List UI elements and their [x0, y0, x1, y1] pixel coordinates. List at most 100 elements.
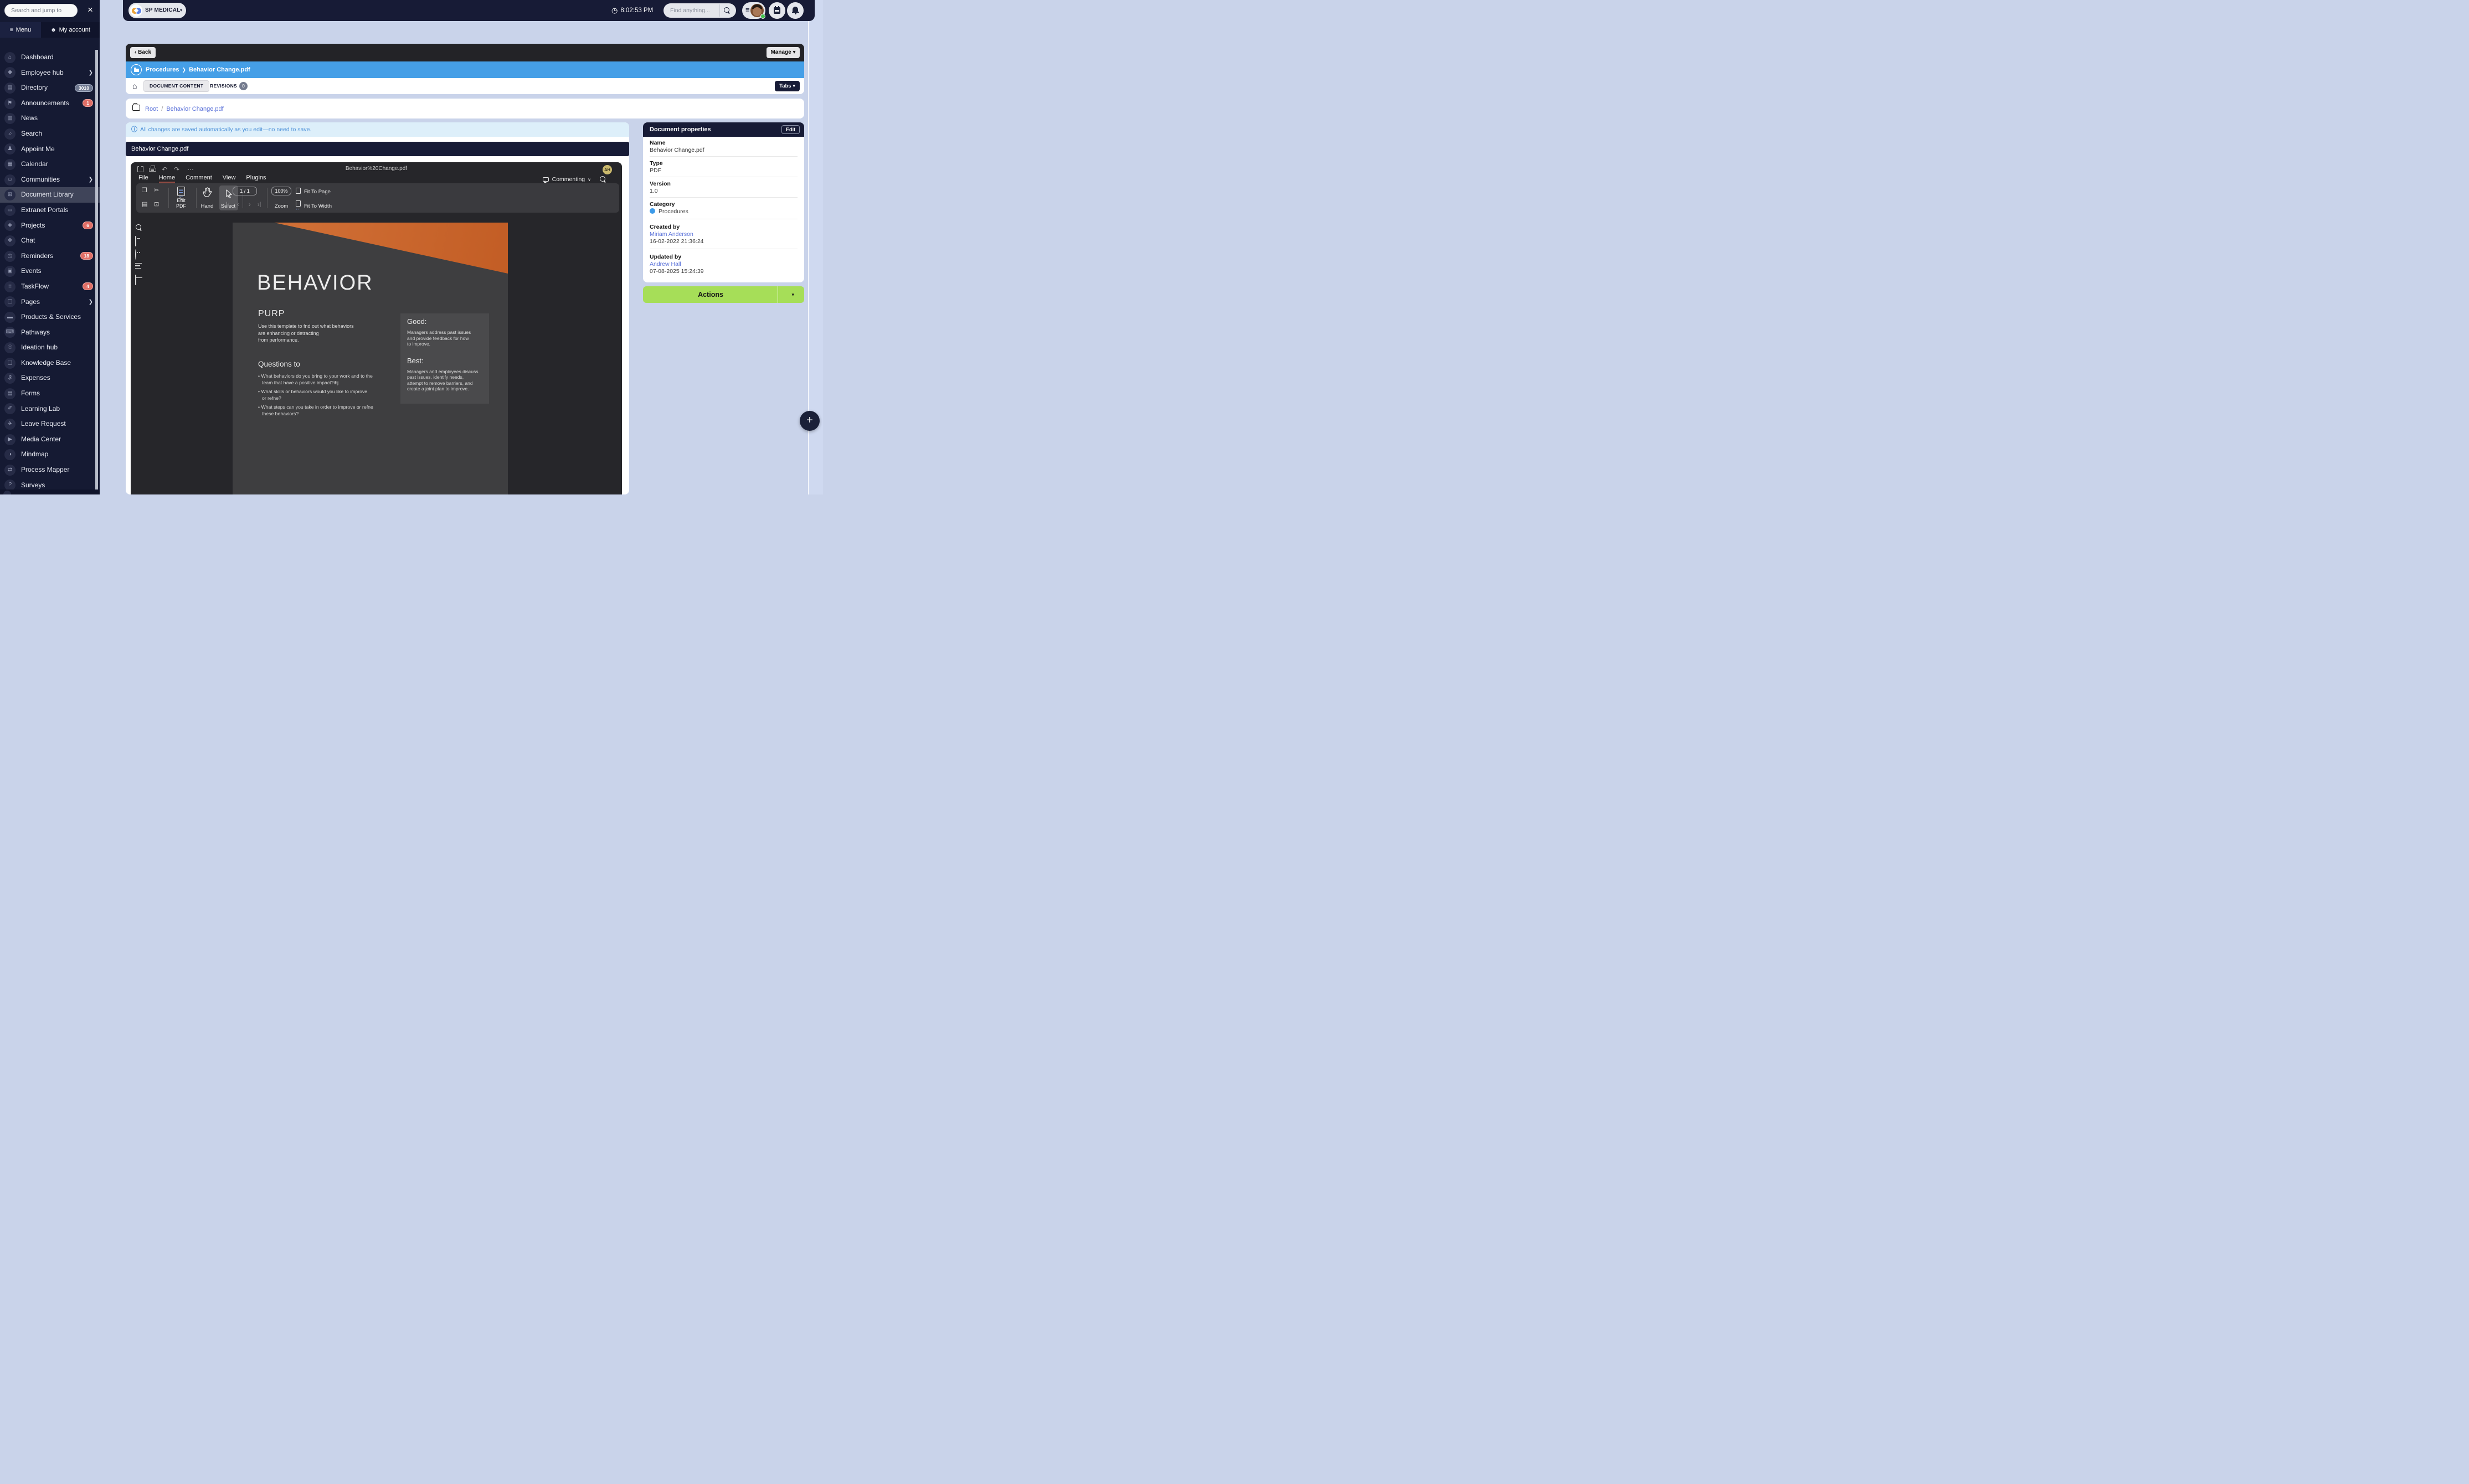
calendar-button[interactable] — [769, 2, 785, 19]
floating-add-button[interactable]: + — [800, 411, 820, 431]
sidebar-item[interactable]: ▣ Events — [0, 264, 100, 279]
sidebar-item[interactable]: ▦ Calendar — [0, 157, 100, 172]
tabs-dropdown-button[interactable]: Tabs ▾ — [775, 81, 800, 91]
sidebar-item[interactable]: ☉ Ideation hub — [0, 340, 100, 355]
updated-by-user-link[interactable]: Andrew Hall — [650, 261, 681, 267]
calendar-icon: ▦ — [4, 159, 16, 170]
fit-to-page-label[interactable]: Fit To Page — [304, 189, 337, 195]
edit-properties-button[interactable]: Edit — [781, 125, 800, 134]
select-area-icon[interactable]: ⊡ — [154, 200, 159, 208]
sidebar-item[interactable]: ☺ Communities ❯ — [0, 172, 100, 188]
page-indicator[interactable]: 1 / 1 — [233, 187, 257, 195]
previous-page-icon[interactable]: ‹ — [237, 201, 239, 208]
sidebar-item[interactable]: ⚑ Announcements 1 — [0, 96, 100, 111]
emoji-panel-icon[interactable] — [135, 250, 136, 260]
back-button[interactable]: ‹ Back — [130, 47, 156, 58]
sidebar-item-label: Chat — [21, 233, 35, 249]
sidebar-footer — [0, 489, 100, 494]
sidebar-item[interactable]: ⇄ Process Mapper — [0, 462, 100, 478]
sidebar-item[interactable]: ▢ Pages ❯ — [0, 295, 100, 310]
next-page-icon[interactable]: › — [249, 201, 251, 208]
home-icon[interactable]: ⌂ — [132, 78, 137, 94]
copy-icon[interactable]: ❐ — [142, 187, 147, 194]
comments-panel-icon[interactable] — [135, 236, 136, 246]
created-by-user-link[interactable]: Miriam Anderson — [650, 231, 693, 238]
sidebar-item[interactable]: ✈ Leave Request — [0, 416, 100, 432]
sidebar-item[interactable]: ✐ Learning Lab — [0, 401, 100, 417]
breadcrumb-current[interactable]: Behavior Change.pdf — [166, 106, 223, 112]
hand-tool-icon[interactable] — [203, 187, 212, 197]
sidebar-item[interactable]: ▶ Media Center — [0, 432, 100, 447]
sidebar-scrollbar[interactable] — [95, 50, 98, 494]
viewer-menu-item[interactable]: Plugins — [246, 174, 266, 183]
commenting-dropdown[interactable]: Commenting∨ — [543, 176, 591, 183]
edit-pdf-icon[interactable]: ✎ — [177, 187, 185, 196]
sidebar-search[interactable] — [4, 4, 78, 17]
edit-pdf-label[interactable]: Edit — [169, 198, 193, 203]
sidebar-item[interactable]: ▭ Extranet Portals — [0, 203, 100, 218]
first-page-icon[interactable]: |‹ — [226, 201, 229, 208]
sidebar-item[interactable]: $ Expenses — [0, 370, 100, 386]
manage-button[interactable]: Manage ▾ — [767, 47, 800, 58]
zoom-label: Zoom — [271, 203, 291, 209]
actions-split-button[interactable]: Actions ▾ — [643, 286, 804, 303]
find-anything-input[interactable] — [670, 3, 717, 18]
graduation-cap-icon: ✐ — [4, 403, 16, 414]
viewer-file-title: Behavior%20Change.pdf — [131, 166, 622, 172]
sidebar-item[interactable]: ❖ Chat — [0, 233, 100, 249]
search-icon[interactable] — [724, 7, 731, 14]
sidebar-item[interactable]: ▬ Products & Services — [0, 310, 100, 325]
viewer-panel-search-icon[interactable] — [136, 224, 142, 231]
tab-revisions[interactable]: REVISIONS — [210, 78, 237, 94]
fit-to-width-label[interactable]: Fit To Width — [304, 203, 340, 209]
tab-my-account[interactable]: ☻My account — [41, 22, 100, 38]
clipboard-icon[interactable]: ▤ — [142, 200, 147, 208]
org-logo-icon — [130, 4, 142, 17]
viewer-menu-item[interactable]: File — [138, 174, 148, 183]
sidebar-item-label: Dashboard — [21, 50, 54, 65]
viewer-user-avatar[interactable]: AH — [603, 165, 612, 174]
sidebar-item[interactable]: ☻ Employee hub ❯ — [0, 65, 100, 81]
sidebar-item-label: Products & Services — [21, 310, 81, 325]
outline-panel-icon[interactable] — [135, 263, 142, 270]
sidebar-item[interactable]: ⌕ Search — [0, 126, 100, 142]
sidebar-item[interactable]: ♟ Appoint Me — [0, 142, 100, 157]
tab-menu[interactable]: ≡Menu — [0, 22, 41, 38]
notifications-button[interactable] — [787, 2, 804, 19]
sidebar-item[interactable]: ❏ Knowledge Base — [0, 355, 100, 371]
cut-icon[interactable]: ✂ — [154, 187, 159, 194]
search-jump-input[interactable] — [11, 4, 73, 17]
sidebar-item[interactable]: ⌂ Dashboard — [0, 50, 100, 65]
breadcrumb-root-link[interactable]: Root — [145, 106, 158, 112]
sidebar-item[interactable]: ◈ Projects 6 — [0, 218, 100, 234]
viewer-menu-item[interactable]: Comment — [186, 174, 212, 183]
user-menu[interactable]: ≡ — [742, 2, 765, 19]
fit-to-page-icon[interactable] — [296, 188, 301, 194]
sidebar-item[interactable]: ⊞ Document Library — [0, 187, 100, 203]
sidebar-item[interactable]: ▤ Directory 3010 — [0, 80, 100, 96]
actions-caret-icon[interactable]: ▾ — [791, 286, 794, 303]
user-gear-icon: ☻ — [50, 27, 56, 33]
sidebar-item[interactable]: ◑ Mindmap — [0, 447, 100, 462]
sidebar-item[interactable]: ⌨ Pathways — [0, 325, 100, 341]
last-page-icon[interactable]: ›| — [258, 201, 261, 208]
top-bar: SP MEDICAL ▾ ◷8:02:53 PM ≡ — [123, 0, 815, 21]
sidebar-item[interactable]: ▥ News — [0, 111, 100, 126]
fit-to-width-icon[interactable]: ↔ — [296, 200, 301, 207]
sidebar-item[interactable]: ≡ TaskFlow 4 — [0, 279, 100, 295]
banner-category[interactable]: Procedures — [146, 66, 179, 73]
zoom-level-select[interactable]: 100% — [271, 187, 291, 195]
people-icon: ☻ — [4, 67, 16, 78]
viewer-search-icon[interactable] — [600, 176, 606, 183]
org-name: SP MEDICAL — [145, 3, 181, 18]
sidebar-item[interactable]: ◷ Reminders 18 — [0, 249, 100, 264]
sidebar-item-badge: 1 — [83, 99, 93, 107]
communities-icon: ☺ — [4, 174, 16, 186]
thumbnails-panel-icon[interactable] — [135, 275, 136, 285]
viewer-menu-item[interactable]: View — [223, 174, 236, 183]
close-icon[interactable]: × — [84, 3, 96, 17]
sidebar-item[interactable]: ▤ Forms — [0, 386, 100, 401]
viewer-menu-item[interactable]: Home — [159, 174, 175, 183]
tab-document-content[interactable]: DOCUMENT CONTENT — [143, 80, 209, 92]
org-switcher-button[interactable]: SP MEDICAL ▾ — [128, 3, 186, 18]
